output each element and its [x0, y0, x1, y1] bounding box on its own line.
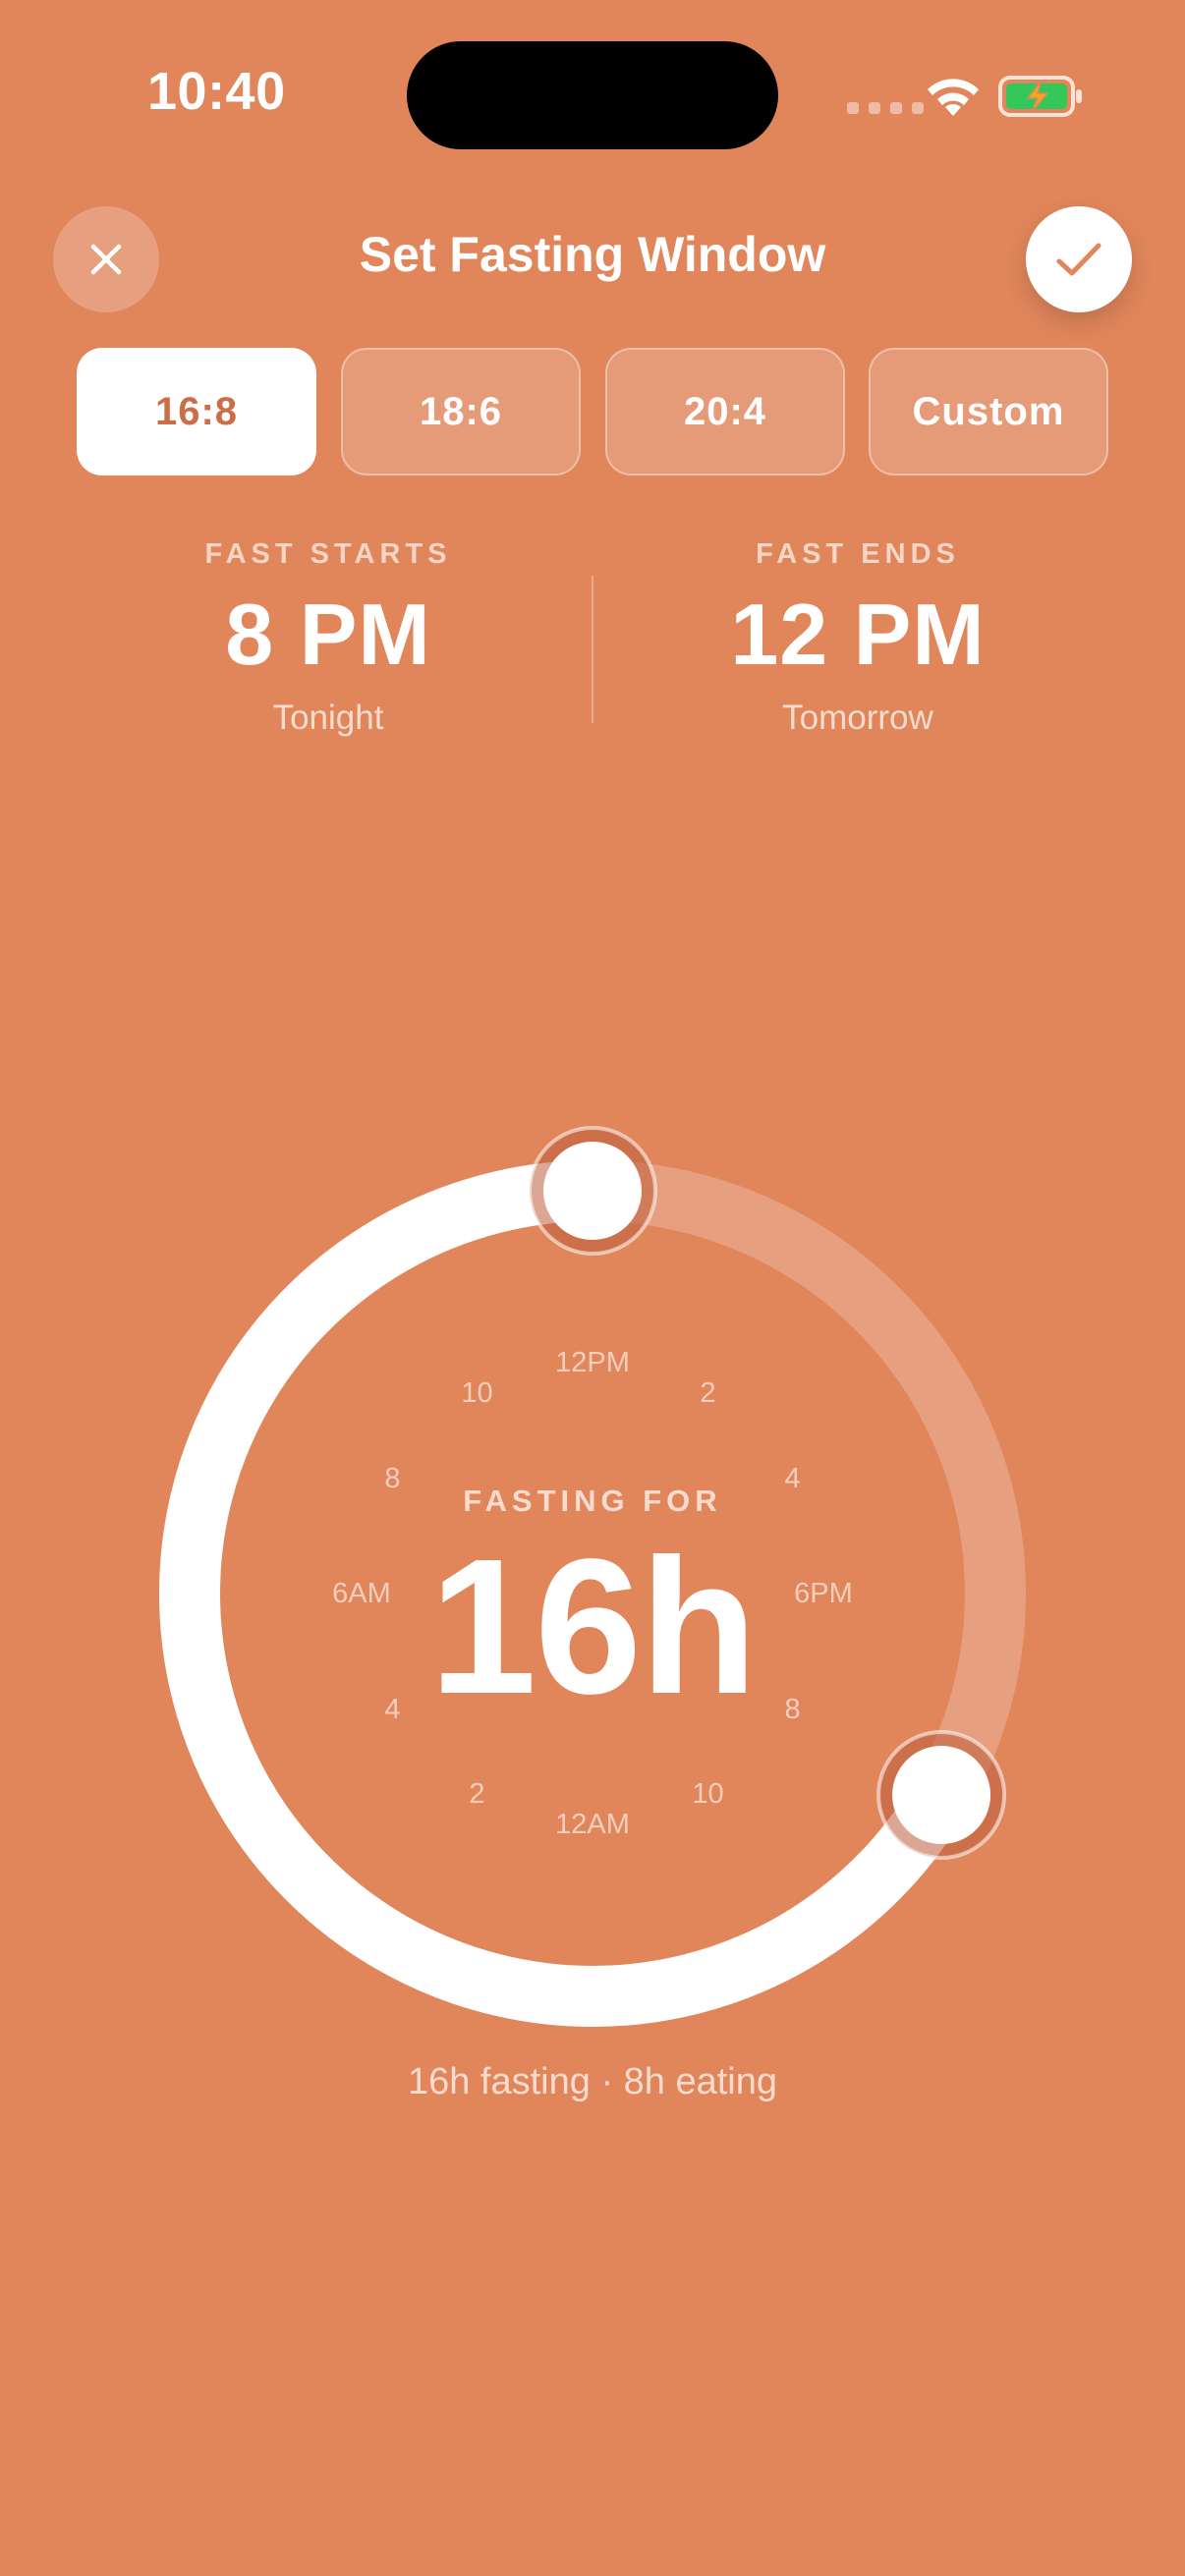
preset-16-8-button[interactable]: 16:8: [77, 348, 316, 476]
wifi-icon: [928, 79, 979, 116]
status-time: 10:40: [147, 62, 286, 121]
fast-start-handle[interactable]: [876, 1730, 1007, 1860]
preset-18-6-button[interactable]: 18:6: [341, 348, 581, 476]
hour-label: 12AM: [555, 1809, 630, 1840]
hour-label: 10: [461, 1377, 493, 1410]
fast-end-summary: FAST ENDS 12 PM Tomorrow: [661, 538, 1054, 738]
battery-charging-icon: [998, 76, 1082, 117]
hour-label: 12PM: [555, 1347, 630, 1378]
fast-end-handle[interactable]: [528, 1126, 657, 1256]
confirm-button[interactable]: [1026, 206, 1132, 312]
preset-custom-button[interactable]: Custom: [869, 348, 1108, 476]
fasting-eating-summary: 16h fasting · 8h eating: [407, 2061, 778, 2102]
fasting-duration-value: 16h: [429, 1519, 758, 1734]
checkmark-icon: [1056, 243, 1101, 276]
page-title: Set Fasting Window: [359, 227, 826, 282]
hour-label: 2: [469, 1777, 485, 1810]
hour-label: 10: [692, 1777, 724, 1810]
dynamic-island: [407, 41, 778, 149]
hour-label: 2: [700, 1377, 716, 1410]
fast-start-time: 8 PM: [225, 586, 431, 683]
fast-start-label: FAST STARTS: [204, 538, 452, 570]
fast-end-time: 12 PM: [730, 586, 986, 683]
summary-divider: [592, 576, 593, 723]
cellular-signal-icon: [847, 102, 924, 114]
fast-end-day: Tomorrow: [782, 699, 933, 737]
preset-20-4-button[interactable]: 20:4: [605, 348, 845, 476]
fast-end-label: FAST ENDS: [756, 538, 960, 570]
fast-start-summary: FAST STARTS 8 PM Tonight: [132, 538, 525, 738]
fasting-duration-label: FASTING FOR: [463, 1484, 722, 1518]
fast-start-day: Tonight: [272, 699, 384, 737]
